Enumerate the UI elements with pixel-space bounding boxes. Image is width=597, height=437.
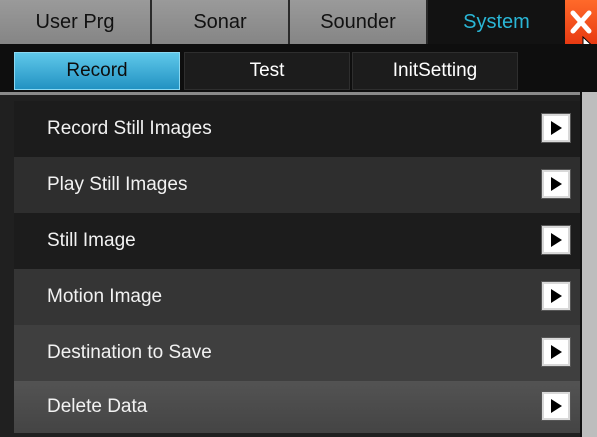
close-icon xyxy=(570,10,592,34)
scrollbar-track[interactable] xyxy=(582,92,597,437)
menu-item-still-image[interactable]: Still Image xyxy=(14,213,582,269)
open-submenu-button[interactable] xyxy=(542,282,570,310)
menu-item-destination-to-save[interactable]: Destination to Save xyxy=(14,325,582,381)
subtab-initsetting[interactable]: InitSetting xyxy=(352,52,518,90)
menu-item-label: Still Image xyxy=(47,230,136,251)
tab-sonar[interactable]: Sonar xyxy=(152,0,290,44)
menu-item-record-still-images[interactable]: Record Still Images xyxy=(14,101,582,157)
play-arrow-icon xyxy=(551,289,562,303)
menu-item-label: Play Still Images xyxy=(47,174,188,195)
menu-item-label: Record Still Images xyxy=(47,118,212,139)
play-arrow-icon xyxy=(551,233,562,247)
subtab-record[interactable]: Record xyxy=(14,52,180,90)
open-submenu-button[interactable] xyxy=(542,114,570,142)
menu-item-label: Destination to Save xyxy=(47,342,212,363)
menu-item-label: Delete Data xyxy=(47,396,148,417)
menu-item-play-still-images[interactable]: Play Still Images xyxy=(14,157,582,213)
play-arrow-icon xyxy=(551,399,562,413)
menu-item-label: Motion Image xyxy=(47,286,163,307)
subtab-test[interactable]: Test xyxy=(184,52,350,90)
play-arrow-icon xyxy=(551,121,562,135)
menu-item-delete-data[interactable]: Delete Data xyxy=(14,381,582,433)
tab-sounder[interactable]: Sounder xyxy=(290,0,428,44)
tab-user-prg[interactable]: User Prg xyxy=(0,0,152,44)
top-tab-bar: User Prg Sonar Sounder System xyxy=(0,0,597,54)
open-submenu-button[interactable] xyxy=(542,226,570,254)
open-submenu-button[interactable] xyxy=(542,392,570,420)
play-arrow-icon xyxy=(551,177,562,191)
play-arrow-icon xyxy=(551,345,562,359)
menu-item-motion-image[interactable]: Motion Image xyxy=(14,269,582,325)
open-submenu-button[interactable] xyxy=(542,170,570,198)
settings-window: User Prg Sonar Sounder System Record Tes… xyxy=(0,0,597,437)
tab-system[interactable]: System xyxy=(428,0,565,44)
open-submenu-button[interactable] xyxy=(542,338,570,366)
sub-tab-bar: Record Test InitSetting xyxy=(0,44,597,92)
record-menu: Record Still Images Play Still Images St… xyxy=(0,92,597,437)
